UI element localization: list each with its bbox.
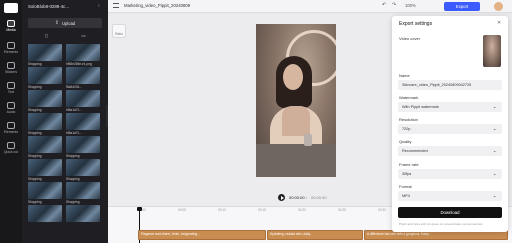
ratio-button[interactable]: Ratio: [112, 24, 126, 38]
export-settings-title: Export settings: [399, 21, 433, 27]
left-nav-rail: Media Elements Stickers Text Audio Eleme…: [0, 0, 22, 243]
product-jar: [304, 134, 312, 146]
undo-icon[interactable]: ↶: [382, 2, 386, 8]
media-thumbnail[interactable]: Shopping: [28, 182, 62, 204]
media-thumbnail[interactable]: Shopping: [28, 113, 62, 135]
play-icon[interactable]: [278, 194, 285, 201]
rail-item-audio[interactable]: Audio: [0, 100, 22, 120]
project-name[interactable]: Marketing_video_Pippit_20240809: [124, 3, 190, 8]
app-logo: [4, 3, 18, 13]
scissors-icon: [7, 142, 15, 149]
ruler-tick: 00:05: [178, 208, 186, 212]
vanity-counter: [256, 144, 336, 177]
quality-label: Quality: [399, 139, 412, 144]
folder-icon[interactable]: ▭: [65, 33, 102, 41]
rail-item-text[interactable]: Text: [0, 80, 22, 100]
frame-rate-label: Frame rate: [399, 162, 419, 167]
upload-icon: ⇪: [54, 20, 59, 26]
media-thumbnail[interactable]: Shopping: [28, 159, 62, 181]
media-panel: SoloBlob8-0289-4c... ‹ ⇪ Upload ▯ ▭ Shop…: [22, 0, 108, 243]
media-thumbnail[interactable]: Shopping: [28, 67, 62, 89]
rail-item-media[interactable]: Media: [0, 18, 22, 38]
current-time: 00:00:00: [289, 195, 305, 200]
ruler-tick: 00:30: [378, 208, 386, 212]
shapes-icon: [7, 42, 15, 49]
app: Media Elements Stickers Text Audio Eleme…: [0, 0, 512, 243]
name-label: Name: [399, 73, 410, 78]
avatar[interactable]: [494, 2, 503, 11]
video-cover-label: Video cover: [399, 36, 421, 41]
media-thumbnail[interactable]: Shopping: [28, 90, 62, 112]
top-shape: [282, 106, 310, 136]
download-button[interactable]: Download: [398, 207, 502, 218]
media-thumbnail[interactable]: Shopping: [66, 182, 100, 204]
rail-item-elements-2[interactable]: Elements: [0, 120, 22, 140]
timeline-clip[interactable]: Hydrating, radiant skin, daily...: [267, 230, 363, 240]
ruler-tick: 00:20: [298, 208, 306, 212]
name-field[interactable]: Skincare_video_Pippit_20240809042725: [398, 80, 502, 90]
chevron-left-icon[interactable]: ‹: [98, 3, 100, 9]
media-thumbnail[interactable]: hf65e2b5e-e1.png: [66, 44, 100, 66]
media-thumbnail[interactable]: hf5a1a71...: [66, 90, 100, 112]
total-time: 00:00:40: [311, 195, 327, 200]
sticker-icon: [7, 62, 15, 69]
rail-item-stickers[interactable]: Stickers: [0, 60, 22, 80]
chevron-down-icon: ⌄: [493, 126, 497, 131]
media-panel-title: SoloBlob8-0289-4c...: [28, 4, 70, 9]
media-source-tabs: ▯ ▭: [28, 33, 102, 41]
media-thumbnail[interactable]: [28, 205, 62, 222]
ruler-tick: 00:25: [338, 208, 346, 212]
ruler-tick: 00:15: [258, 208, 266, 212]
video-cover-thumbnail[interactable]: [483, 35, 501, 67]
export-note: Pippit and Sora will not grace on stream…: [399, 222, 483, 226]
top-bar: Marketing_video_Pippit_20240809 ↶ ↷ 100%…: [108, 0, 512, 13]
redo-icon[interactable]: ↷: [392, 2, 396, 8]
chevron-down-icon: ⌄: [493, 193, 497, 198]
time-separator: /: [306, 195, 308, 200]
timeline-clip[interactable]: Elegance and charm, fresh, invigorating.…: [138, 230, 266, 240]
export-settings-panel: Export settings ✕ Video cover Name Skinc…: [392, 16, 508, 232]
quality-select[interactable]: Recommended ⌄: [398, 146, 502, 156]
export-button[interactable]: Export: [444, 2, 480, 11]
upload-label: Upload: [61, 20, 76, 26]
format-select[interactable]: MP4 ⌄: [398, 191, 502, 201]
ratio-label: Ratio: [115, 32, 123, 36]
chevron-down-icon: ⌄: [493, 148, 497, 153]
media-thumbnail[interactable]: Shopping: [28, 136, 62, 158]
frame-rate-select[interactable]: 30fps ⌄: [398, 169, 502, 179]
chevron-down-icon: ⌄: [493, 171, 497, 176]
face-shape: [283, 64, 303, 90]
rail-item-elements[interactable]: Elements: [0, 40, 22, 60]
media-thumbnail[interactable]: [66, 205, 100, 222]
watermark-select[interactable]: With Pippit watermark ⌄: [398, 102, 502, 112]
media-thumbnail[interactable]: Shopping: [28, 44, 62, 66]
audio-icon: [7, 102, 15, 109]
rail-item-quick-cut[interactable]: Quick cut: [0, 140, 22, 160]
resolution-label: Resolution: [399, 117, 418, 122]
format-label: Format: [399, 184, 412, 189]
close-icon[interactable]: ✕: [497, 20, 501, 26]
media-icon: [7, 20, 15, 27]
elements-icon: [7, 122, 15, 129]
video-preview[interactable]: [256, 24, 336, 177]
media-thumbnail[interactable]: f5a5d234...: [66, 67, 100, 89]
media-thumbnail[interactable]: hf5a1a71...: [66, 113, 100, 135]
media-thumbnail[interactable]: Shopping: [66, 159, 100, 181]
media-thumbnail[interactable]: Shopping: [66, 136, 100, 158]
upload-button[interactable]: ⇪ Upload: [28, 18, 102, 28]
phone-icon[interactable]: ▯: [28, 33, 65, 41]
menu-icon[interactable]: [113, 3, 119, 8]
zoom-select[interactable]: 100%: [405, 3, 416, 8]
resolution-select[interactable]: 720p ⌄: [398, 124, 502, 134]
ruler-tick: 00:10: [218, 208, 226, 212]
chevron-down-icon: ⌄: [493, 104, 497, 109]
watermark-label: Watermark: [399, 95, 419, 100]
text-icon: [7, 82, 15, 89]
